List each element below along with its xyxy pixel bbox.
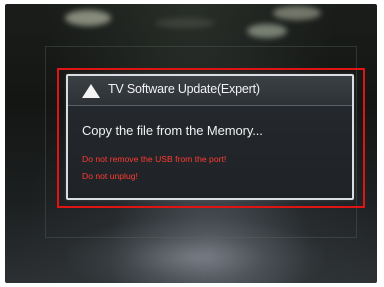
dialog-message: Copy the file from the Memory... [82,123,263,138]
dialog-header: TV Software Update(Expert) [68,76,352,106]
ceiling-light-reflection [273,6,321,20]
warning-triangle-icon [81,83,101,99]
ceiling-light-reflection [155,18,215,28]
warning-text: Do not unplug! [82,171,138,181]
warning-text: Do not remove the USB from the port! [82,154,227,164]
ceiling-light-reflection [247,24,287,38]
ceiling-light-reflection [65,10,111,26]
dialog-title: TV Software Update(Expert) [108,82,260,96]
software-update-dialog: TV Software Update(Expert) Copy the file… [66,74,354,200]
